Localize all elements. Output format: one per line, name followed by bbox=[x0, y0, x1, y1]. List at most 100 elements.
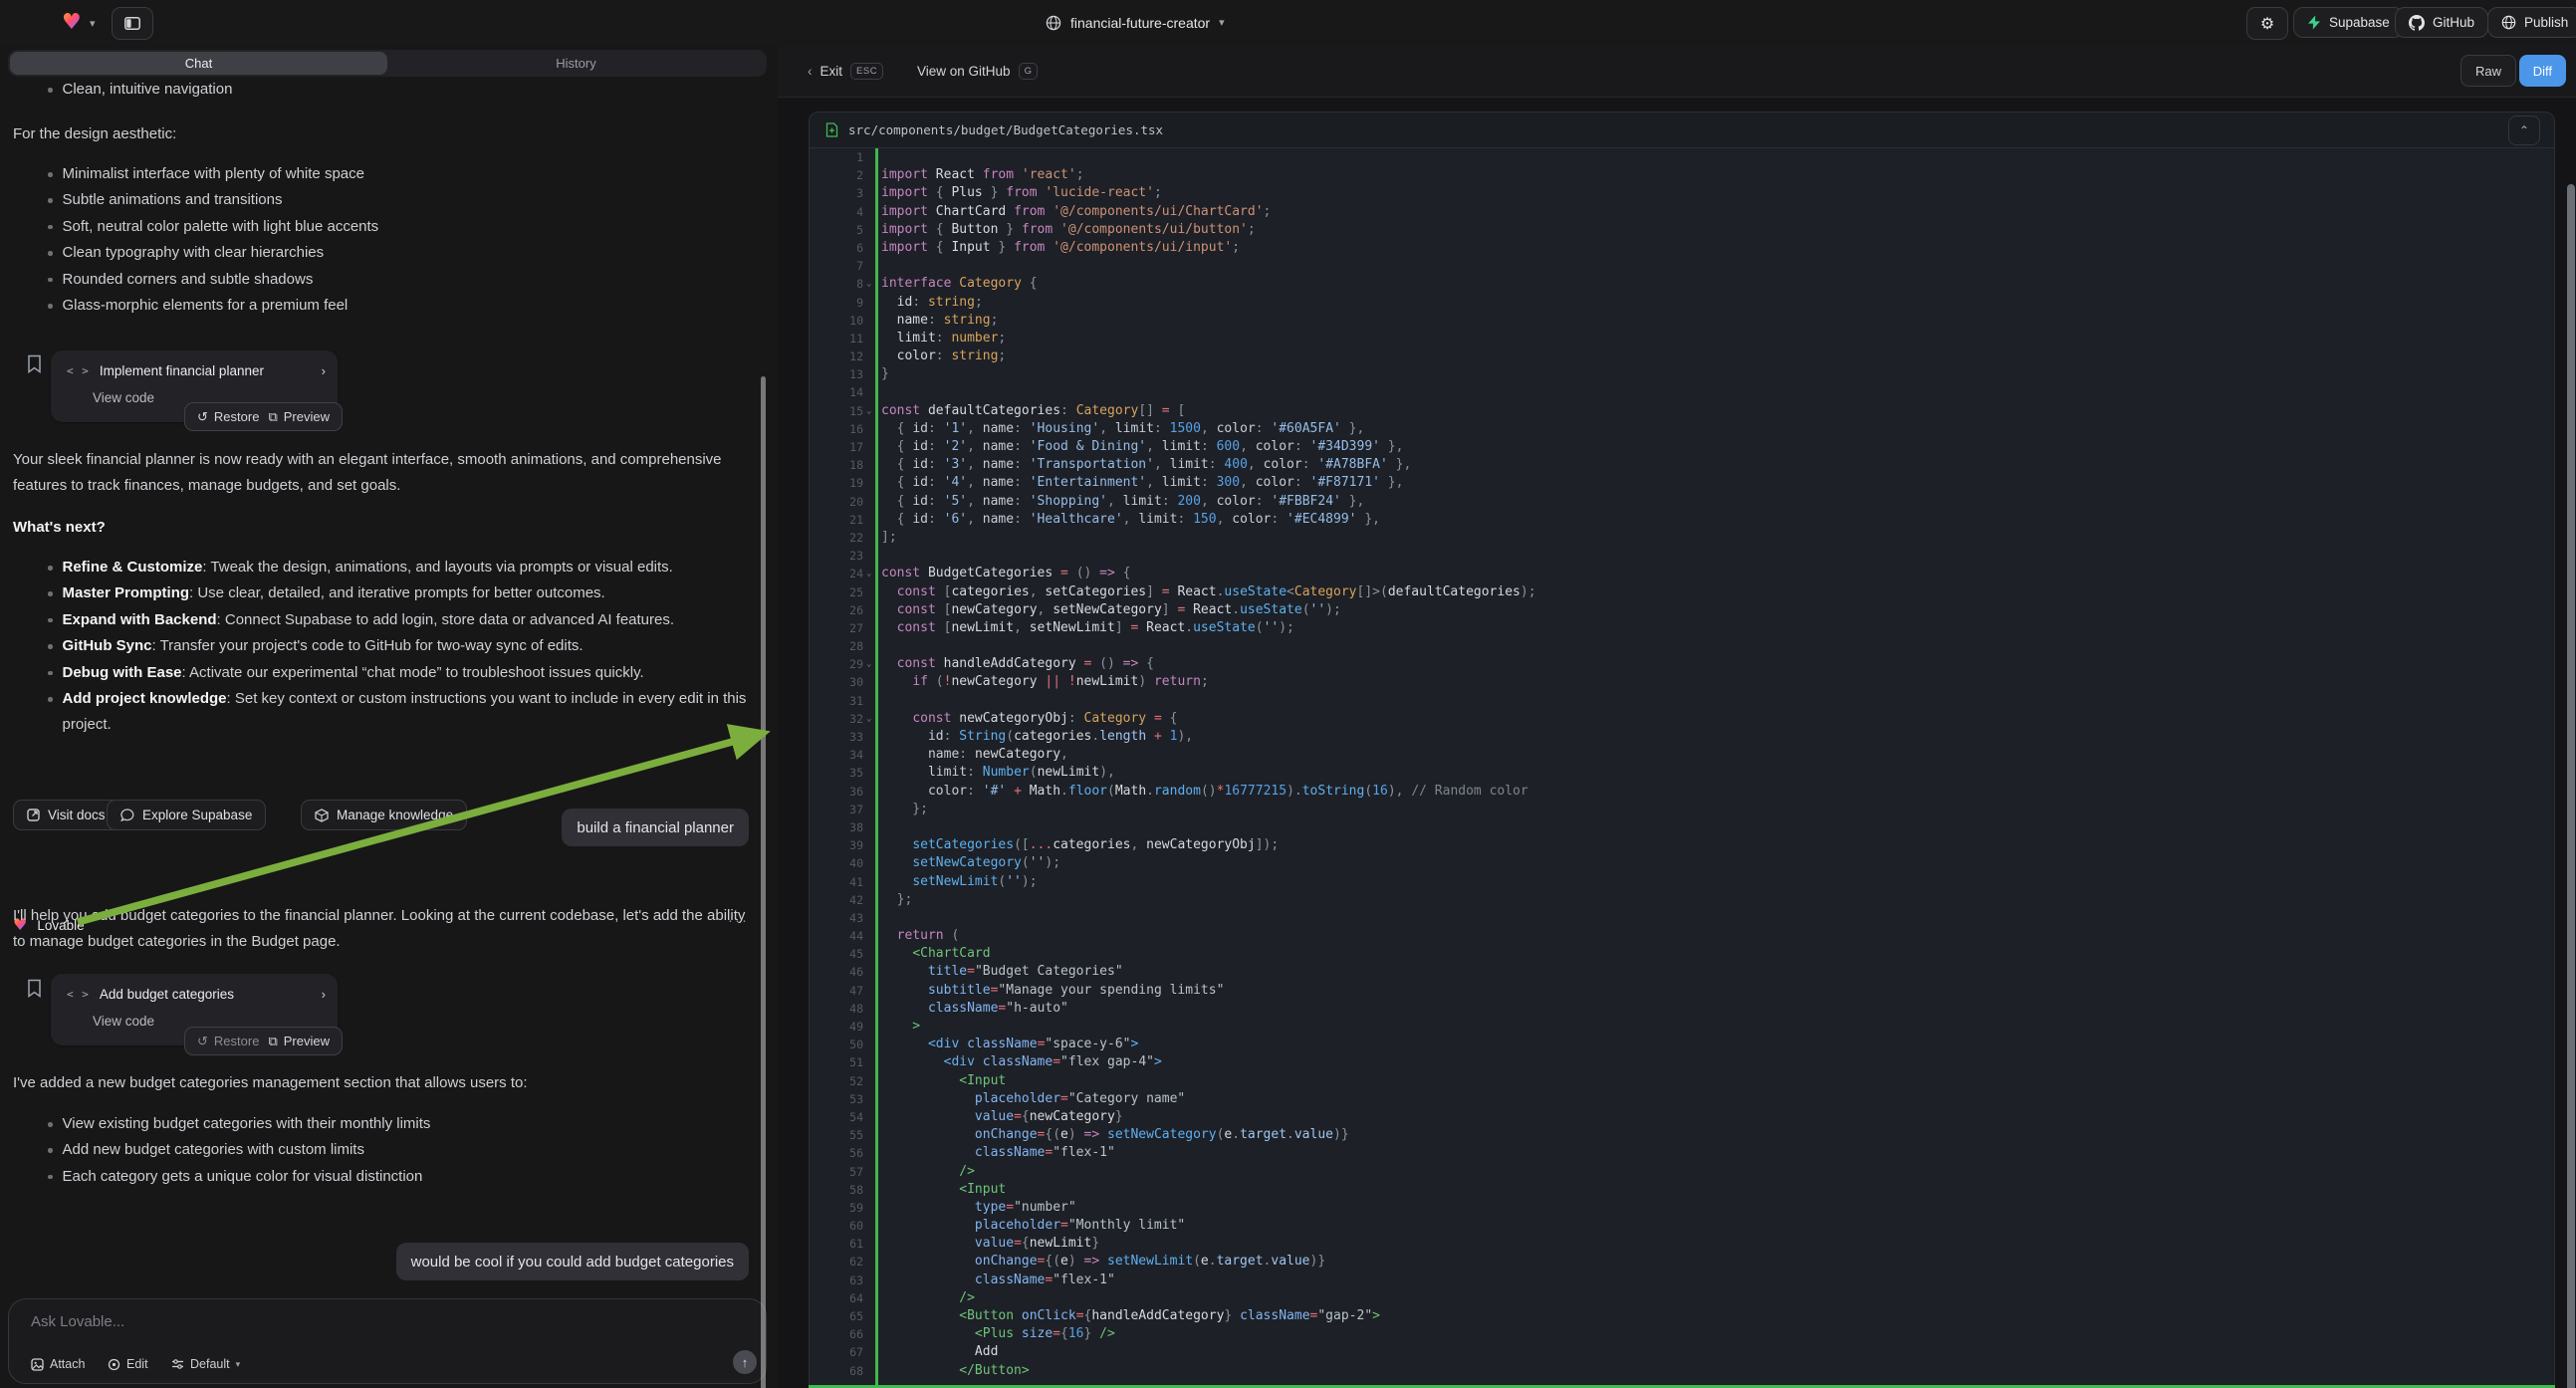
line-number: 67 bbox=[810, 1343, 863, 1361]
fold-chevron-icon[interactable]: ⌄ bbox=[866, 402, 871, 420]
code-editor[interactable]: 12import React from 'react';3import { Pl… bbox=[810, 148, 2554, 1388]
code-line-text: }; bbox=[881, 891, 912, 909]
code-line-text: <div className="space-y-6"> bbox=[881, 1036, 1138, 1053]
code-line-text: const [newCategory, setNewCategory] = Re… bbox=[881, 601, 1341, 619]
line-number: 26 bbox=[810, 601, 863, 619]
settings-button[interactable]: ⚙ bbox=[2246, 7, 2288, 40]
code-line: 25 const [categories, setCategories] = R… bbox=[810, 583, 2554, 601]
fold-chevron-icon[interactable]: ⌄ bbox=[866, 710, 871, 728]
code-line-text: <Input bbox=[881, 1181, 1006, 1199]
fold-chevron-icon[interactable]: ⌄ bbox=[866, 565, 871, 582]
list-item-text: Refine & Customize: Tweak the design, an… bbox=[63, 555, 673, 580]
tab-chat[interactable]: Chat bbox=[10, 52, 387, 75]
code-scrollbar-thumb[interactable] bbox=[2567, 184, 2575, 1388]
restore-button[interactable]: ↺Restore bbox=[197, 409, 259, 425]
code-line-text: interface Category { bbox=[881, 275, 1038, 293]
code-line-text: { id: '5', name: 'Shopping', limit: 200,… bbox=[881, 493, 1364, 511]
code-line-text: const [categories, setCategories] = Reac… bbox=[881, 583, 1536, 601]
mode-selector[interactable]: Default ▾ bbox=[171, 1357, 240, 1371]
line-number: 4 bbox=[810, 203, 863, 221]
code-line: 39 setCategories([...categories, newCate… bbox=[810, 836, 2554, 854]
code-line-text: const BudgetCategories = () => { bbox=[881, 565, 1130, 582]
supabase-button[interactable]: Supabase bbox=[2293, 7, 2404, 38]
list-item-text: Clean typography with clear hierarchies bbox=[63, 240, 325, 266]
line-number: 53 bbox=[810, 1090, 863, 1108]
code-line-text: limit: Number(newLimit), bbox=[881, 764, 1115, 782]
code-line-text: title="Budget Categories" bbox=[881, 963, 1123, 981]
preview-button[interactable]: ⧉Preview bbox=[268, 409, 330, 425]
code-line: 28 bbox=[810, 637, 2554, 655]
chat-scrollbar-thumb[interactable] bbox=[761, 376, 766, 1388]
code-line-text: setNewCategory(''); bbox=[881, 854, 1060, 872]
code-line-text: id: String(categories.length + 1), bbox=[881, 728, 1193, 746]
collapse-file-button[interactable]: ⌃ bbox=[2508, 116, 2540, 145]
line-number: 36 bbox=[810, 783, 863, 801]
line-number: 28 bbox=[810, 637, 863, 655]
visit-docs-button[interactable]: Visit docs bbox=[13, 800, 119, 830]
view-code-link[interactable]: View code bbox=[93, 1014, 154, 1029]
code-line-text: const newCategoryObj: Category = { bbox=[881, 710, 1177, 728]
list-item-text: Add project knowledge: Set key context o… bbox=[63, 686, 754, 739]
list-item: Master Prompting: Use clear, detailed, a… bbox=[48, 580, 753, 606]
bullet-dot bbox=[48, 591, 53, 596]
code-line: 4import ChartCard from '@/components/ui/… bbox=[810, 203, 2554, 221]
edit-button[interactable]: Edit bbox=[108, 1357, 148, 1371]
bullet-dot bbox=[48, 172, 53, 177]
fold-chevron-icon[interactable]: ⌄ bbox=[866, 655, 871, 673]
code-line: 59 type="number" bbox=[810, 1199, 2554, 1217]
code-line-text: /> bbox=[881, 1289, 975, 1307]
file-path-bar[interactable]: src/components/budget/BudgetCategories.t… bbox=[810, 113, 2554, 148]
list-item: Add new budget categories with custom li… bbox=[48, 1137, 750, 1163]
raw-button[interactable]: Raw bbox=[2460, 55, 2516, 87]
assistant-paragraph: I've added a new budget categories manag… bbox=[13, 1070, 755, 1096]
line-number: 3 bbox=[810, 184, 863, 202]
line-number: 5 bbox=[810, 221, 863, 239]
prompt-input[interactable]: Ask Lovable... Attach Edit Default ▾ ↑ bbox=[8, 1298, 767, 1384]
assistant-paragraph: I'll help you add budget categories to t… bbox=[13, 903, 755, 955]
fold-chevron-icon[interactable]: ⌄ bbox=[866, 275, 871, 293]
manage-knowledge-button[interactable]: Manage knowledge bbox=[301, 800, 467, 830]
exit-button[interactable]: ‹ Exit ESC bbox=[808, 55, 883, 87]
version-card-title: Implement financial planner bbox=[100, 363, 264, 378]
line-number: 2 bbox=[810, 166, 863, 184]
tab-history[interactable]: History bbox=[387, 52, 765, 75]
list-item: View existing budget categories with the… bbox=[48, 1111, 750, 1137]
code-line: 64 /> bbox=[810, 1289, 2554, 1307]
code-line: 32⌄ const newCategoryObj: Category = { bbox=[810, 710, 2554, 728]
code-line: 21 { id: '6', name: 'Healthcare', limit:… bbox=[810, 511, 2554, 529]
code-line: 31 bbox=[810, 692, 2554, 710]
code-line: 56 className="flex-1" bbox=[810, 1144, 2554, 1162]
top-bar: ♥ ▾ financial-future-creator ▾ ⚙ Supabas… bbox=[0, 0, 2576, 46]
diff-button[interactable]: Diff bbox=[2519, 55, 2566, 87]
view-code-link[interactable]: View code bbox=[93, 390, 154, 405]
explore-supabase-button[interactable]: Explore Supabase bbox=[107, 800, 266, 830]
github-button[interactable]: GitHub bbox=[2395, 7, 2488, 38]
code-brackets-icon: < > bbox=[67, 988, 90, 1001]
list-item-text: Each category gets a unique color for vi… bbox=[63, 1164, 423, 1190]
preview-button[interactable]: ⧉Preview bbox=[268, 1034, 330, 1049]
attach-button[interactable]: Attach bbox=[31, 1357, 85, 1371]
bookmark-icon bbox=[27, 354, 42, 373]
code-line: 49 > bbox=[810, 1018, 2554, 1036]
code-line-text: > bbox=[881, 1018, 920, 1036]
publish-button[interactable]: Publish bbox=[2487, 7, 2576, 38]
toggle-sidebar-button[interactable] bbox=[112, 7, 153, 40]
list-item: Add project knowledge: Set key context o… bbox=[48, 686, 753, 739]
line-number: 19 bbox=[810, 474, 863, 492]
code-line-text: value={newLimit} bbox=[881, 1235, 1099, 1253]
lovable-logo-icon[interactable]: ♥ bbox=[62, 9, 82, 35]
project-title[interactable]: financial-future-creator ▾ bbox=[1046, 0, 1225, 45]
code-line: 2import React from 'react'; bbox=[810, 166, 2554, 184]
view-on-github-button[interactable]: View on GitHub G bbox=[917, 55, 1038, 87]
code-line: 26 const [newCategory, setNewCategory] =… bbox=[810, 601, 2554, 619]
line-number: 63 bbox=[810, 1272, 863, 1289]
restore-button[interactable]: ↺Restore bbox=[197, 1034, 259, 1049]
send-button[interactable]: ↑ bbox=[733, 1350, 757, 1374]
assistant-paragraph: Your sleek financial planner is now read… bbox=[13, 447, 740, 499]
list-item-text: Add new budget categories with custom li… bbox=[63, 1137, 364, 1163]
line-number: 66 bbox=[810, 1325, 863, 1343]
code-line-text: const [newLimit, setNewLimit] = React.us… bbox=[881, 619, 1294, 637]
list-item: Debug with Ease: Activate our experiment… bbox=[48, 660, 753, 686]
list-item-text: Debug with Ease: Activate our experiment… bbox=[63, 660, 644, 686]
logo-menu-chevron-icon[interactable]: ▾ bbox=[90, 17, 96, 30]
